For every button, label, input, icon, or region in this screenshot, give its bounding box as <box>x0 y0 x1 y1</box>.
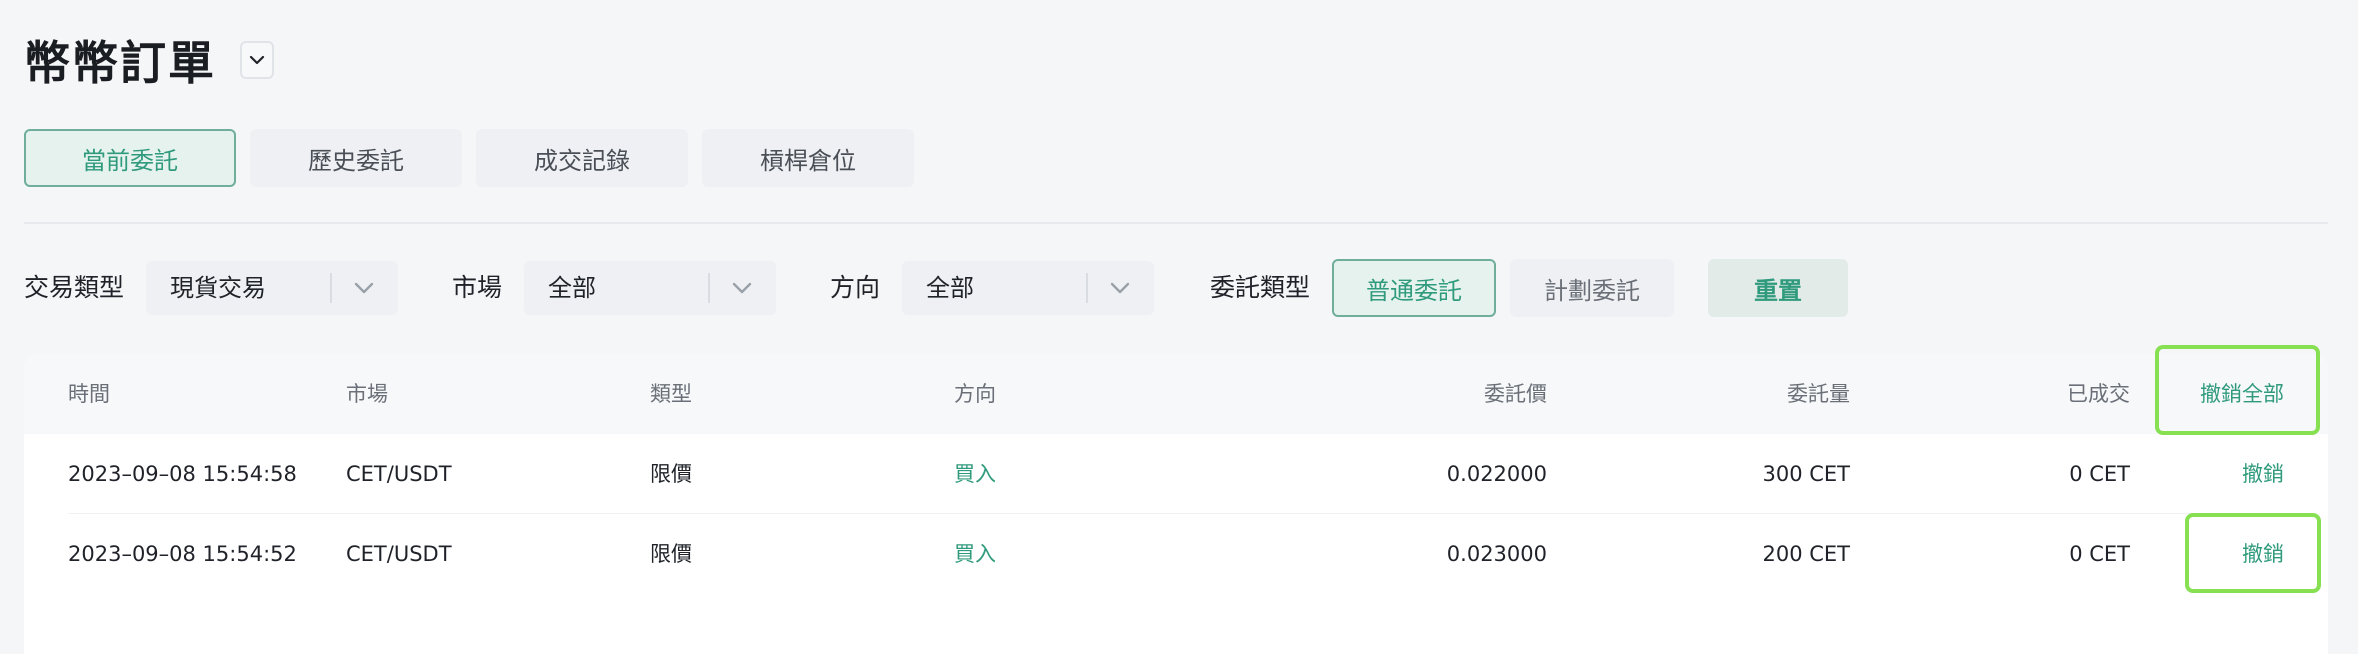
column-header-price: 委託價 <box>1484 382 1547 406</box>
select-separator <box>708 273 710 303</box>
order-time: 2023–09–08 15:54:58 <box>68 462 297 486</box>
column-header-filled: 已成交 <box>2067 382 2130 406</box>
tab-trade-history[interactable]: 成交記錄 <box>476 129 688 187</box>
column-header-side: 方向 <box>954 382 996 406</box>
order-market: CET/USDT <box>346 542 452 566</box>
title-row: 幣幣訂單 <box>24 28 274 92</box>
reset-button[interactable]: 重置 <box>1708 259 1848 317</box>
column-header-market: 市場 <box>346 382 388 406</box>
order-filled: 0 CET <box>2069 462 2130 486</box>
tab-order-history[interactable]: 歷史委託 <box>250 129 462 187</box>
open-orders-table: 時間 市場 類型 方向 委託價 委託量 已成交 撤銷全部 2023–09–08 … <box>24 354 2328 654</box>
table-header: 時間 市場 類型 方向 委託價 委託量 已成交 撤銷全部 <box>24 354 2328 434</box>
trade-type-select[interactable]: 現貨交易 <box>146 261 398 315</box>
order-amount: 300 CET <box>1762 462 1850 486</box>
order-type: 限價 <box>650 542 692 566</box>
select-separator <box>1086 273 1088 303</box>
table-row: 2023–09–08 15:54:58 CET/USDT 限價 買入 0.022… <box>24 434 2328 514</box>
tab-current-orders[interactable]: 當前委託 <box>24 129 236 187</box>
chevron-down-icon <box>249 55 265 65</box>
order-type-plan-button[interactable]: 計劃委託 <box>1510 259 1674 317</box>
table-row: 2023–09–08 15:54:52 CET/USDT 限價 買入 0.023… <box>24 514 2328 594</box>
order-type-label: 委託類型 <box>1210 273 1311 302</box>
title-dropdown-button[interactable] <box>240 41 274 79</box>
chevron-down-icon <box>354 282 374 294</box>
order-amount: 200 CET <box>1762 542 1850 566</box>
order-type: 限價 <box>650 462 692 486</box>
select-separator <box>330 273 332 303</box>
order-tabs: 當前委託 歷史委託 成交記錄 槓桿倉位 <box>24 129 914 187</box>
order-filled: 0 CET <box>2069 542 2130 566</box>
direction-value: 全部 <box>926 274 974 302</box>
order-price: 0.022000 <box>1446 462 1547 486</box>
cancel-order-button[interactable]: 撤銷 <box>2184 514 2284 594</box>
order-price: 0.023000 <box>1446 542 1547 566</box>
divider <box>24 222 2328 224</box>
cancel-order-button[interactable]: 撤銷 <box>2184 434 2284 514</box>
column-header-amount: 委託量 <box>1787 382 1850 406</box>
market-label: 市場 <box>452 273 503 302</box>
chevron-down-icon <box>1110 282 1130 294</box>
order-side: 買入 <box>954 462 996 486</box>
order-type-normal-button[interactable]: 普通委託 <box>1332 259 1496 317</box>
trade-type-label: 交易類型 <box>24 273 125 302</box>
order-side: 買入 <box>954 542 996 566</box>
direction-select[interactable]: 全部 <box>902 261 1154 315</box>
order-market: CET/USDT <box>346 462 452 486</box>
column-header-type: 類型 <box>650 382 692 406</box>
tab-margin-positions[interactable]: 槓桿倉位 <box>702 129 914 187</box>
order-time: 2023–09–08 15:54:52 <box>68 542 297 566</box>
trade-type-value: 現貨交易 <box>170 274 266 302</box>
page-title: 幣幣訂單 <box>24 36 216 90</box>
chevron-down-icon <box>732 282 752 294</box>
market-value: 全部 <box>548 274 596 302</box>
cancel-all-button[interactable]: 撤銷全部 <box>2154 354 2284 434</box>
column-header-time: 時間 <box>68 382 110 406</box>
filter-bar: 交易類型 現貨交易 市場 全部 方向 全部 委託類型 普通委託 計劃委託 重置 <box>24 259 2344 317</box>
market-select[interactable]: 全部 <box>524 261 776 315</box>
direction-label: 方向 <box>830 273 881 302</box>
